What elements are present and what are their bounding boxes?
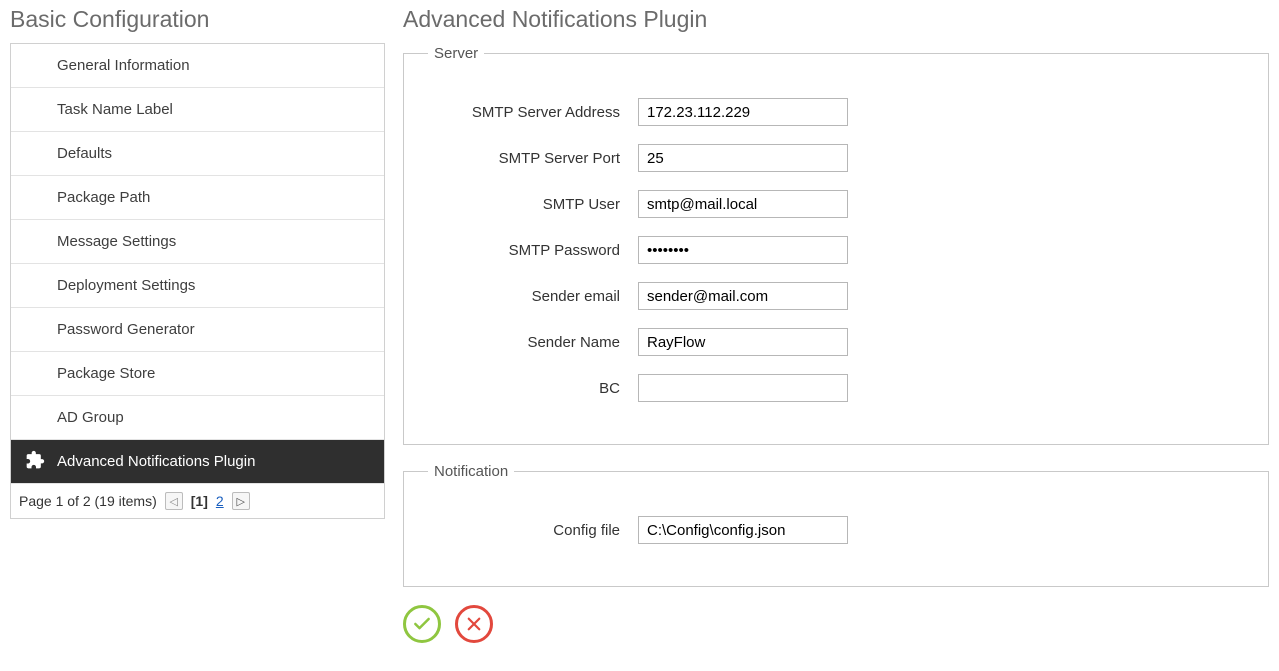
sidebar-item-advanced-notifications-plugin[interactable]: Advanced Notifications Plugin bbox=[11, 440, 384, 484]
pager-prev-button[interactable]: ◁ bbox=[165, 492, 183, 510]
server-fieldset: Server SMTP Server Address SMTP Server P… bbox=[403, 45, 1269, 445]
pager-next-button[interactable]: ▷ bbox=[232, 492, 250, 510]
sidebar-item-task-name-label[interactable]: Task Name Label bbox=[11, 88, 384, 132]
config-category-list: General Information Task Name Label Defa… bbox=[10, 43, 385, 519]
check-icon bbox=[412, 614, 432, 634]
pager-current-page: [1] bbox=[191, 493, 208, 509]
smtp-password-label: SMTP Password bbox=[428, 242, 638, 259]
pager: Page 1 of 2 (19 items) ◁ [1] 2 ▷ bbox=[11, 484, 384, 518]
smtp-address-input[interactable] bbox=[638, 98, 848, 126]
bc-label: BC bbox=[428, 380, 638, 397]
plugin-title: Advanced Notifications Plugin bbox=[403, 6, 1269, 33]
sidebar-item-label: Advanced Notifications Plugin bbox=[57, 453, 255, 470]
sender-email-input[interactable] bbox=[638, 282, 848, 310]
sidebar-item-general-information[interactable]: General Information bbox=[11, 44, 384, 88]
close-icon bbox=[465, 615, 483, 633]
confirm-button[interactable] bbox=[403, 605, 441, 643]
sidebar-item-package-path[interactable]: Package Path bbox=[11, 176, 384, 220]
sidebar-item-message-settings[interactable]: Message Settings bbox=[11, 220, 384, 264]
sidebar-item-package-store[interactable]: Package Store bbox=[11, 352, 384, 396]
sidebar-item-deployment-settings[interactable]: Deployment Settings bbox=[11, 264, 384, 308]
notification-legend: Notification bbox=[428, 463, 514, 480]
pager-summary: Page 1 of 2 (19 items) bbox=[19, 493, 157, 509]
config-file-label: Config file bbox=[428, 522, 638, 539]
basic-config-title: Basic Configuration bbox=[10, 6, 385, 33]
smtp-port-input[interactable] bbox=[638, 144, 848, 172]
sender-name-label: Sender Name bbox=[428, 334, 638, 351]
cancel-button[interactable] bbox=[455, 605, 493, 643]
sidebar-item-defaults[interactable]: Defaults bbox=[11, 132, 384, 176]
server-legend: Server bbox=[428, 45, 484, 62]
smtp-user-label: SMTP User bbox=[428, 196, 638, 213]
sidebar-item-password-generator[interactable]: Password Generator bbox=[11, 308, 384, 352]
notification-fieldset: Notification Config file bbox=[403, 463, 1269, 587]
plugin-icon bbox=[25, 450, 45, 474]
sidebar-item-ad-group[interactable]: AD Group bbox=[11, 396, 384, 440]
bc-input[interactable] bbox=[638, 374, 848, 402]
sender-name-input[interactable] bbox=[638, 328, 848, 356]
smtp-port-label: SMTP Server Port bbox=[428, 150, 638, 167]
smtp-password-input[interactable] bbox=[638, 236, 848, 264]
sender-email-label: Sender email bbox=[428, 288, 638, 305]
smtp-user-input[interactable] bbox=[638, 190, 848, 218]
smtp-address-label: SMTP Server Address bbox=[428, 104, 638, 121]
config-file-input[interactable] bbox=[638, 516, 848, 544]
pager-page-2-link[interactable]: 2 bbox=[216, 493, 224, 509]
